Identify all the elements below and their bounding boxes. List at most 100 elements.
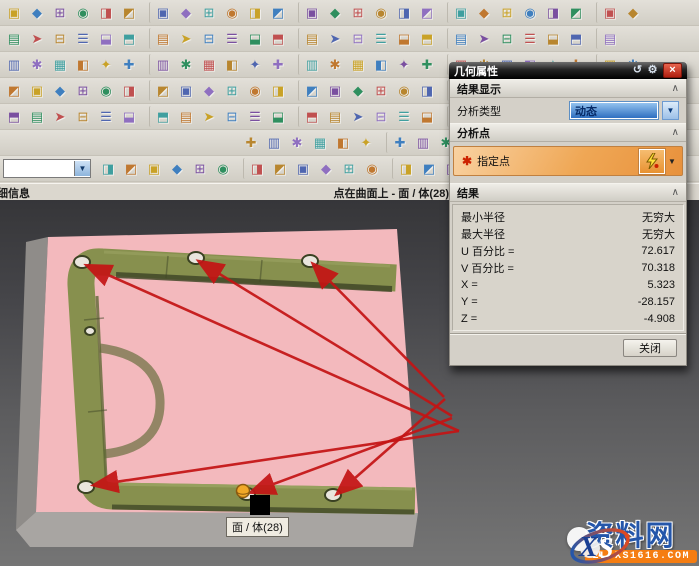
toolbar-icon[interactable]: ✦	[95, 54, 117, 75]
toolbar-icon[interactable]: ⬓	[95, 28, 117, 49]
toolbar-icon[interactable]: ⊞	[72, 80, 94, 101]
toolbar-icon[interactable]: ◆	[26, 2, 48, 23]
toolbar-icon[interactable]: ▥	[3, 54, 25, 75]
toolbar-icon[interactable]: ▤	[447, 28, 472, 49]
toolbar-icon[interactable]: ▣	[143, 158, 165, 179]
toolbar-icon[interactable]: ◨	[542, 2, 564, 23]
toolbar-icon[interactable]: ⬓	[542, 28, 564, 49]
toolbar-icon[interactable]: ☰	[95, 106, 117, 127]
toolbar-icon[interactable]: ◩	[3, 80, 25, 101]
toolbar-icon[interactable]: ⊞	[370, 80, 392, 101]
toolbar-icon[interactable]: ⬒	[298, 106, 323, 127]
toolbar-icon[interactable]: ◆	[324, 2, 346, 23]
toolbar-icon[interactable]: ⬒	[416, 28, 438, 49]
section-result-display[interactable]: 结果显示 ∧	[450, 79, 686, 98]
toolbar-icon[interactable]: ◨	[95, 2, 117, 23]
toolbar-icon[interactable]: ⬒	[267, 28, 289, 49]
toolbar-icon[interactable]: ◉	[212, 158, 234, 179]
toolbar-icon[interactable]: ▤	[298, 28, 323, 49]
toolbar-icon[interactable]: ⬓	[267, 106, 289, 127]
toolbar-icon[interactable]: ◉	[221, 2, 243, 23]
toolbar-icon[interactable]: ▥	[149, 54, 174, 75]
toolbar-icon[interactable]: ◨	[416, 80, 438, 101]
toolbar-icon[interactable]: ▣	[447, 2, 472, 23]
toolbar-icon[interactable]: ◩	[416, 2, 438, 23]
toolbar-icon[interactable]: ▤	[149, 28, 174, 49]
section-result[interactable]: 结果 ∧	[450, 183, 686, 202]
toolbar-icon[interactable]: ◨	[97, 158, 119, 179]
toolbar-icon[interactable]: ☰	[72, 28, 94, 49]
toolbar-icon[interactable]: ⊟	[496, 28, 518, 49]
toolbar-icon[interactable]: ⊞	[198, 2, 220, 23]
toolbar-icon[interactable]: ◉	[370, 2, 392, 23]
toolbar-icon[interactable]: ✦	[393, 54, 415, 75]
toolbar-icon[interactable]: ◨	[244, 2, 266, 23]
toolbar-icon[interactable]: ✚	[386, 132, 411, 153]
toolbar-icon[interactable]: ◩	[565, 2, 587, 23]
toolbar-icon[interactable]: ◧	[72, 54, 94, 75]
toolbar-icon[interactable]: ⊟	[72, 106, 94, 127]
toolbar-icon[interactable]: ⊟	[347, 28, 369, 49]
point-options-dropdown-icon[interactable]: ▼	[665, 150, 679, 173]
toolbar-icon[interactable]: ⊞	[347, 2, 369, 23]
toolbar-icon[interactable]: ▣	[324, 80, 346, 101]
toolbar-icon[interactable]: ✦	[244, 54, 266, 75]
toolbar-icon[interactable]: ◉	[244, 80, 266, 101]
toolbar-icon[interactable]: ⊞	[338, 158, 360, 179]
toolbar-icon[interactable]: ⬓	[118, 106, 140, 127]
toolbar-icon[interactable]: ◩	[120, 158, 142, 179]
toolbar-icon[interactable]: ◉	[72, 2, 94, 23]
toolbar-icon[interactable]: ▦	[49, 54, 71, 75]
toolbar-icon[interactable]: ⬒	[565, 28, 587, 49]
toolbar-icon[interactable]: ◨	[392, 158, 417, 179]
toolbar-icon[interactable]: ✱	[26, 54, 48, 75]
toolbar-icon[interactable]: ◆	[175, 2, 197, 23]
chevron-down-icon[interactable]: ▼	[74, 161, 90, 176]
toolbar-icon[interactable]: ⊞	[496, 2, 518, 23]
toolbar-icon[interactable]: ◨	[393, 2, 415, 23]
toolbar-icon[interactable]: ✚	[416, 54, 438, 75]
toolbar-icon[interactable]: ➤	[175, 28, 197, 49]
toolbar-icon[interactable]: ✱	[175, 54, 197, 75]
toolbar-icon[interactable]: ▥	[412, 132, 434, 153]
chevron-up-icon[interactable]: ∧	[672, 83, 679, 94]
toolbar-icon[interactable]: ◆	[166, 158, 188, 179]
toolbar-icon[interactable]: ◩	[418, 158, 440, 179]
toolbar-icon[interactable]: ◨	[267, 80, 289, 101]
toolbar-icon[interactable]: ⊟	[49, 28, 71, 49]
toolbar-icon[interactable]: ☰	[519, 28, 541, 49]
dialog-title-bar[interactable]: 几何属性 ↺ ⚙ ×	[449, 62, 687, 79]
section-analysis-point[interactable]: 分析点 ∧	[450, 123, 686, 142]
toolbar-icon[interactable]: ◩	[118, 2, 140, 23]
toolbar-icon[interactable]: ▣	[3, 2, 25, 23]
toolbar-icon[interactable]: ▥	[263, 132, 285, 153]
toolbar-icon[interactable]: ▥	[298, 54, 323, 75]
toolbar-icon[interactable]: ⬓	[244, 28, 266, 49]
toolbar-icon[interactable]: ◩	[149, 80, 174, 101]
toolbar-icon[interactable]: ⊞	[189, 158, 211, 179]
toolbar-icon[interactable]: ◉	[393, 80, 415, 101]
toolbar-icon[interactable]: ◩	[269, 158, 291, 179]
hole-marker[interactable]	[78, 481, 94, 493]
toolbar-icon[interactable]: ▤	[26, 106, 48, 127]
toolbar-icon[interactable]: ✚	[267, 54, 289, 75]
analysis-type-dropdown-icon[interactable]: ▼	[662, 101, 679, 120]
toolbar-icon[interactable]: ◧	[370, 54, 392, 75]
toolbar-icon[interactable]: ⬓	[393, 28, 415, 49]
toolbar-icon[interactable]: ◉	[95, 80, 117, 101]
toolbar-icon[interactable]: ◨	[243, 158, 268, 179]
toolbar-icon[interactable]: ➤	[198, 106, 220, 127]
toolbar-icon[interactable]: ◩	[298, 80, 323, 101]
toolbar-icon[interactable]: ▣	[26, 80, 48, 101]
toolbar-icon[interactable]: ☰	[393, 106, 415, 127]
toolbar-icon[interactable]: ▦	[347, 54, 369, 75]
analysis-type-select[interactable]: 动态	[570, 102, 658, 119]
toolbar-icon[interactable]: ◩	[267, 2, 289, 23]
toolbar-icon[interactable]: ◨	[118, 80, 140, 101]
toolbar-icon[interactable]: ◉	[519, 2, 541, 23]
toolbar-icon[interactable]: ☰	[244, 106, 266, 127]
toolbar-icon[interactable]: ◆	[198, 80, 220, 101]
toolbar-icon[interactable]: ◆	[315, 158, 337, 179]
toolbar-icon[interactable]: ⊞	[221, 80, 243, 101]
toolbar-icon[interactable]: ➤	[324, 28, 346, 49]
